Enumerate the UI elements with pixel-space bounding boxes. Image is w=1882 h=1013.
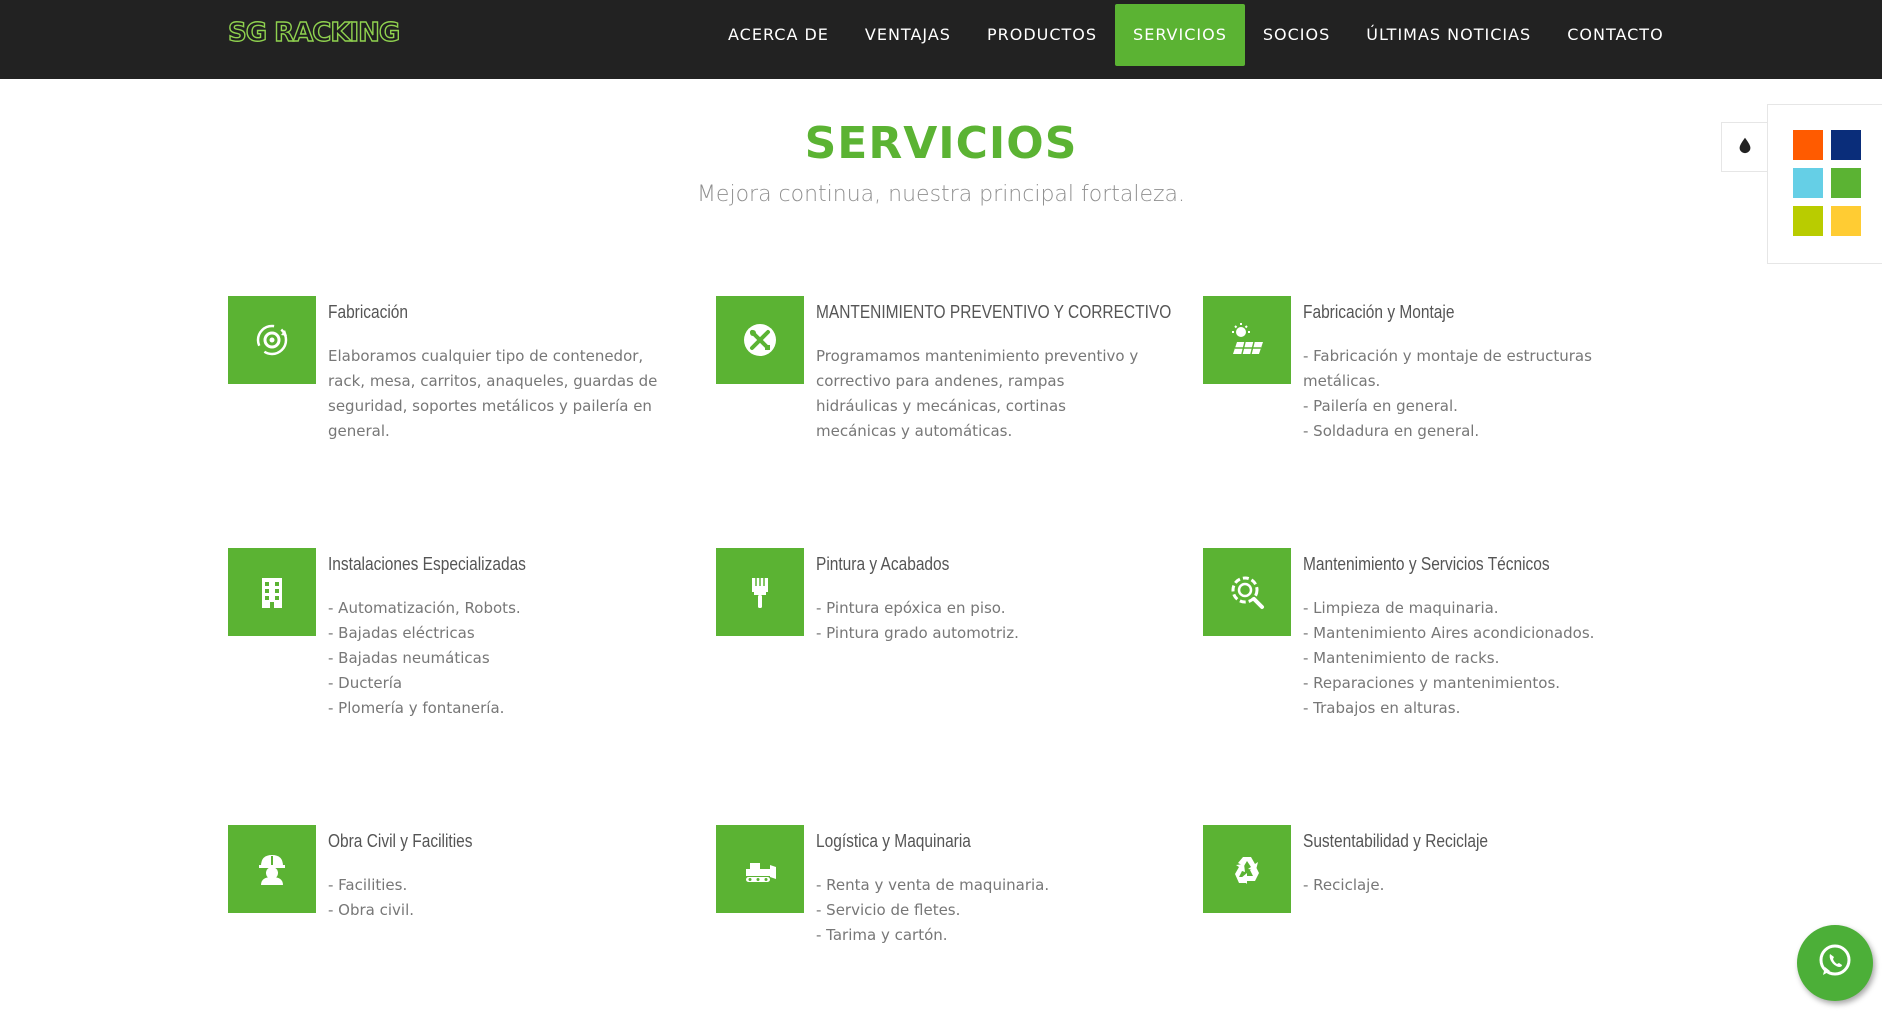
service-description: - Pintura epóxica en piso. - Pintura gra… bbox=[816, 599, 1019, 642]
tools-icon bbox=[716, 296, 804, 384]
bulldozer-icon bbox=[716, 825, 804, 913]
nav-item-productos[interactable]: PRODUCTOS bbox=[969, 4, 1115, 66]
service-title: Fabricación y Montaje bbox=[1303, 302, 1455, 322]
service-description: Programamos mantenimiento preventivo y c… bbox=[816, 347, 1139, 440]
nav-item-ventajas[interactable]: VENTAJAS bbox=[847, 4, 969, 66]
service-description: - Facilities. - Obra civil. bbox=[328, 876, 415, 919]
service-title: Obra Civil y Facilities bbox=[328, 831, 473, 851]
color-switcher-toggle[interactable] bbox=[1721, 122, 1767, 172]
service-title: Instalaciones Especializadas bbox=[328, 554, 526, 574]
nav-item-socios[interactable]: SOCIOS bbox=[1245, 4, 1348, 66]
building-icon bbox=[228, 548, 316, 636]
nav-item-contacto[interactable]: CONTACTO bbox=[1549, 4, 1681, 66]
section-title: SERVICIOS bbox=[804, 118, 1078, 169]
swatch-sky-blue[interactable] bbox=[1793, 168, 1823, 198]
service-description: - Automatización, Robots. - Bajadas eléc… bbox=[328, 599, 521, 717]
service-title: MANTENIMIENTO PREVENTIVO Y CORRECTIVO bbox=[816, 302, 1172, 322]
service-description: - Reciclaje. bbox=[1303, 876, 1385, 894]
service-description: - Limpieza de maquinaria. - Mantenimient… bbox=[1303, 599, 1595, 717]
service-description: - Renta y venta de maquinaria. - Servici… bbox=[816, 876, 1050, 944]
service-title: Pintura y Acabados bbox=[816, 554, 950, 574]
nav-item-acerca-de[interactable]: ACERCA DE bbox=[710, 4, 847, 66]
hard-hat-worker-icon bbox=[228, 825, 316, 913]
whatsapp-icon bbox=[1815, 941, 1855, 986]
recycle-icon bbox=[1203, 825, 1291, 913]
main-nav: ACERCA DE VENTAJAS PRODUCTOS SERVICIOS S… bbox=[710, 4, 1682, 66]
paint-brush-icon bbox=[716, 548, 804, 636]
service-title: Fabricación bbox=[328, 302, 409, 322]
service-title: Sustentabilidad y Reciclaje bbox=[1303, 831, 1489, 851]
nav-item-servicios[interactable]: SERVICIOS bbox=[1115, 4, 1245, 66]
swatch-yellow[interactable] bbox=[1831, 206, 1861, 236]
ink-drop-icon bbox=[1736, 136, 1754, 159]
service-description: Elaboramos cualquier tipo de contenedor,… bbox=[328, 347, 658, 440]
navbar: SG RACKING ACERCA DE VENTAJAS PRODUCTOS … bbox=[0, 0, 1882, 79]
brand-logo[interactable]: SG RACKING bbox=[227, 17, 401, 48]
color-switcher-panel bbox=[1767, 104, 1882, 264]
swatch-green[interactable] bbox=[1831, 168, 1861, 198]
solar-panel-icon bbox=[1203, 296, 1291, 384]
service-title: Logística y Maquinaria bbox=[816, 831, 971, 851]
gear-search-icon bbox=[1203, 548, 1291, 636]
swatch-lime[interactable] bbox=[1793, 206, 1823, 236]
swatch-navy[interactable] bbox=[1831, 130, 1861, 160]
section-subtitle: Mejora continua, nuestra principal forta… bbox=[696, 182, 1186, 207]
whatsapp-button[interactable] bbox=[1797, 925, 1873, 1001]
service-description: - Fabricación y montaje de estructuras m… bbox=[1303, 347, 1592, 440]
service-title: Mantenimiento y Servicios Técnicos bbox=[1303, 554, 1550, 574]
swatch-orange[interactable] bbox=[1793, 130, 1823, 160]
gear-cycle-icon bbox=[228, 296, 316, 384]
nav-item-ultimas-noticias[interactable]: ÚLTIMAS NOTICIAS bbox=[1348, 4, 1549, 66]
